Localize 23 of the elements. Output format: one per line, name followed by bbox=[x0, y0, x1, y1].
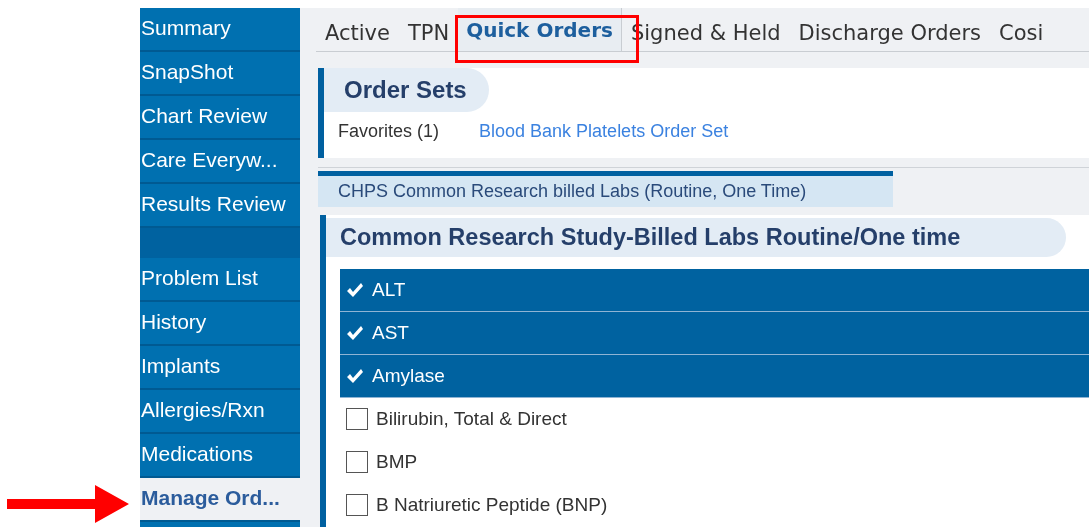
tab[interactable]: Quick Orders bbox=[458, 8, 622, 51]
checkmark-icon bbox=[346, 325, 364, 341]
order-row[interactable]: Bilirubin, Total & Direct bbox=[340, 398, 1089, 441]
checkmark-icon bbox=[346, 368, 364, 384]
order-row[interactable]: BMP bbox=[340, 441, 1089, 484]
order-set-link[interactable]: Blood Bank Platelets Order Set bbox=[479, 121, 729, 142]
sidebar-item[interactable]: Manage Ord... bbox=[140, 478, 300, 522]
checkbox[interactable] bbox=[346, 451, 368, 473]
tab[interactable]: Cosi bbox=[990, 21, 1053, 51]
checkbox[interactable] bbox=[346, 494, 368, 516]
tab[interactable]: Discharge Orders bbox=[789, 21, 991, 51]
tab[interactable]: TPN bbox=[398, 21, 459, 51]
order-row[interactable]: AST bbox=[340, 312, 1089, 355]
checkmark-icon bbox=[346, 282, 364, 298]
order-row[interactable]: ALT bbox=[340, 269, 1089, 312]
tab[interactable]: Active bbox=[316, 21, 399, 51]
section-tab[interactable]: CHPS Common Research billed Labs (Routine, One Time) bbox=[318, 171, 893, 207]
checkbox[interactable] bbox=[346, 408, 368, 430]
order-row[interactable]: Amylase bbox=[340, 355, 1089, 398]
group-title: Common Research Study-Billed Labs Routine/One time bbox=[326, 218, 1066, 257]
order-row[interactable]: B Natriuretic Peptide (BNP) bbox=[340, 484, 1089, 527]
panel-title: Order Sets bbox=[324, 68, 489, 112]
favorites-link[interactable]: Favorites (1) bbox=[338, 121, 440, 142]
